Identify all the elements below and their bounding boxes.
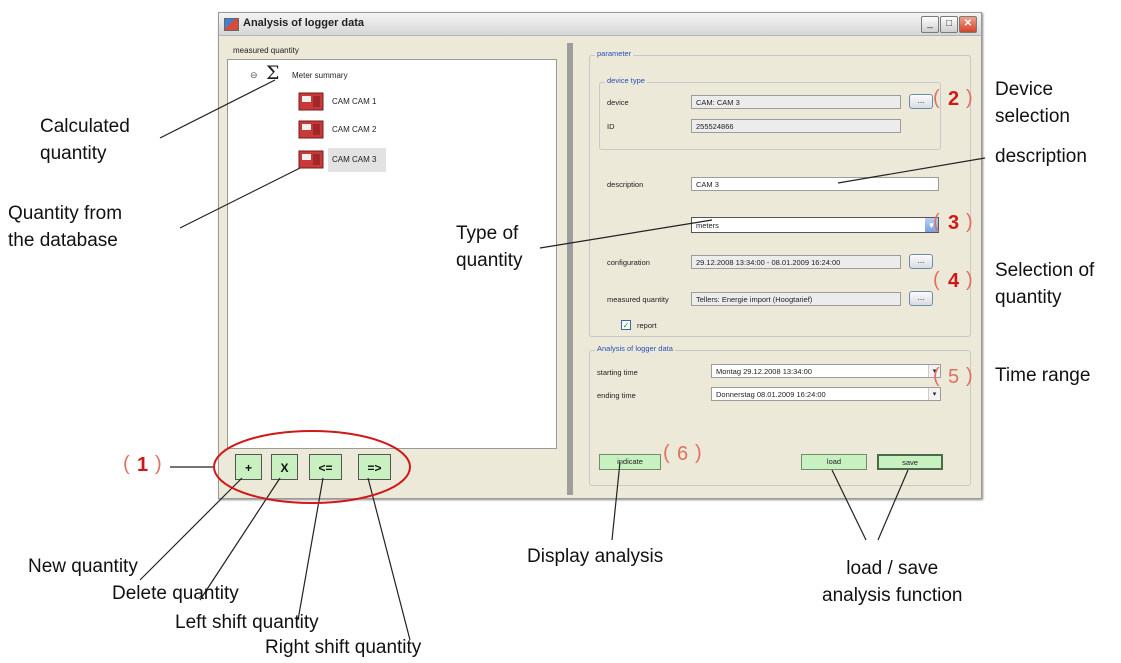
annotation-delete-quantity: Delete quantity [112,583,239,604]
annotation-line: Calculated [40,116,130,137]
annotation-line: the database [8,230,118,251]
marker-bracket-left: ( [123,453,130,475]
annotation-quantity-from-db: Quantity from the database [8,200,122,254]
marker-bracket-right: ) [966,211,973,233]
annotation-right-shift: Right shift quantity [265,637,422,658]
annotation-type-of-quantity: Type of quantity [456,220,523,274]
annotation-line: Type of [456,223,519,244]
annotation-device-selection: Device selection [995,76,1070,130]
marker-bracket-left: ( [933,211,940,233]
marker-6: 6 [677,443,689,465]
annotation-selection-of-quantity: Selection of quantity [995,257,1094,311]
annotation-line: quantity [40,143,107,164]
marker-bracket-right: ) [966,365,973,387]
marker-1: 1 [137,454,149,476]
annotation-display-analysis: Display analysis [527,546,664,567]
marker-2: 2 [948,88,960,110]
marker-bracket-right: ) [966,87,973,109]
marker-bracket-left: ( [933,365,940,387]
marker-bracket-right: ) [155,453,162,475]
marker-5: 5 [948,366,960,388]
marker-4: 4 [948,270,960,292]
marker-bracket-left: ( [663,442,670,464]
marker-bracket-right: ) [966,269,973,291]
annotation-line: load / save [846,558,939,579]
annotation-load-save: load / save analysis function [822,555,962,609]
annotation-calculated-quantity: Calculated quantity [40,113,130,167]
annotation-line: Selection of [995,260,1095,281]
marker-bracket-left: ( [933,87,940,109]
annotation-line: selection [995,106,1070,127]
annotation-line: quantity [456,250,523,271]
annotation-line: Quantity from [8,203,123,224]
annotation-new-quantity: New quantity [28,556,138,577]
annotation-description: description [995,146,1087,167]
marker-3: 3 [948,212,960,234]
annotation-line: quantity [995,287,1062,308]
annotation-line: Device [995,79,1054,100]
marker-bracket-right: ) [695,442,702,464]
annotation-time-range: Time range [995,365,1091,386]
annotation-left-shift: Left shift quantity [175,612,319,633]
annotation-line: analysis function [822,585,963,606]
marker-bracket-left: ( [933,269,940,291]
